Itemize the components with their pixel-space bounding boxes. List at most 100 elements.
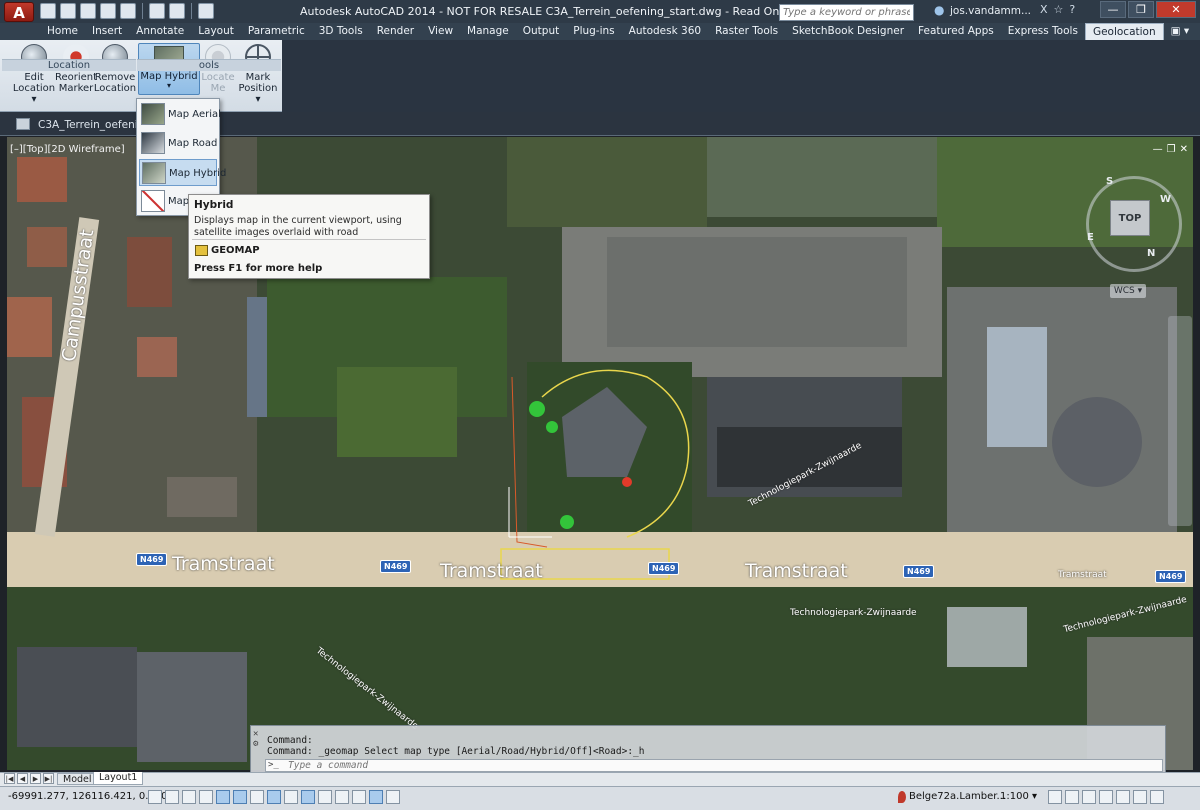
undo-icon[interactable] <box>149 3 165 19</box>
redo-icon[interactable] <box>169 3 185 19</box>
tab-options-menu[interactable]: ▣ ▾ <box>1164 23 1197 40</box>
map-hybrid-item[interactable]: Map Hybrid <box>139 159 226 186</box>
prev-layout-arrow-icon[interactable]: ◀ <box>17 773 28 784</box>
user-icon[interactable]: ● <box>934 3 948 19</box>
compass-east[interactable]: E <box>1087 232 1094 243</box>
tab-autodesk-360[interactable]: Autodesk 360 <box>622 23 708 40</box>
coordinate-system[interactable]: Belge72a.Lamber... <box>909 791 1006 802</box>
tab-layout1[interactable]: Layout1 <box>93 772 144 785</box>
search-input[interactable] <box>779 4 914 21</box>
infer-constraints-icon[interactable] <box>148 790 162 804</box>
map-aerial-label: Map Aerial <box>168 109 221 120</box>
selection-cycling-icon[interactable] <box>369 790 383 804</box>
map-road-item[interactable]: Map Road <box>139 130 217 157</box>
map-road-label: Map Road <box>168 138 218 149</box>
command-icon <box>195 245 208 256</box>
object-snap-tracking-icon[interactable] <box>267 790 281 804</box>
map-off-icon <box>141 190 165 212</box>
open-file-icon[interactable] <box>60 3 76 19</box>
command-input-row: >_ <box>265 759 1163 772</box>
annotation-monitor-icon[interactable] <box>386 790 400 804</box>
tab-insert[interactable]: Insert <box>85 23 129 40</box>
hardware-acceleration-icon[interactable] <box>1116 790 1130 804</box>
print-icon[interactable] <box>120 3 136 19</box>
tab-sketchbook-designer[interactable]: SketchBook Designer <box>785 23 911 40</box>
tab-model[interactable]: Model <box>57 773 98 785</box>
exchange-icon[interactable]: X <box>1040 3 1048 16</box>
annotation-visibility-icon[interactable] <box>1048 790 1062 804</box>
next-layout-arrow-icon[interactable]: ▶ <box>30 773 41 784</box>
tools-group-label: ools <box>137 59 281 71</box>
quick-properties-icon[interactable] <box>352 790 366 804</box>
annotation-scale[interactable]: 1:100 ▾ <box>1000 791 1037 802</box>
lock-icon[interactable] <box>1099 790 1113 804</box>
3d-object-snap-icon[interactable] <box>250 790 264 804</box>
save-as-icon[interactable] <box>100 3 116 19</box>
cursor-coordinates[interactable]: -69991.277, 126116.421, 0.000 <box>8 791 167 802</box>
viewcube-top-face[interactable]: TOP <box>1110 200 1150 236</box>
tab-annotate[interactable]: Annotate <box>129 23 191 40</box>
help-icon[interactable]: ? <box>1069 3 1075 16</box>
object-snap-icon[interactable] <box>233 790 247 804</box>
tab-plug-ins[interactable]: Plug-ins <box>566 23 621 40</box>
tab-layout[interactable]: Layout <box>191 23 241 40</box>
lineweight-icon[interactable] <box>318 790 332 804</box>
drawing-viewport[interactable] <box>7 137 1193 770</box>
compass-north[interactable]: N <box>1147 248 1155 259</box>
workspace-icon[interactable] <box>1082 790 1096 804</box>
map-aerial-item[interactable]: Map Aerial <box>139 101 221 128</box>
first-layout-arrow-icon[interactable]: |◀ <box>4 773 15 784</box>
close-button[interactable]: ✕ <box>1156 1 1196 18</box>
wcs-menu[interactable]: WCS ▾ <box>1110 284 1146 298</box>
polar-tracking-icon[interactable] <box>216 790 230 804</box>
tooltip-title: Hybrid <box>194 199 234 211</box>
viewport-restore-button[interactable]: ❐ <box>1167 144 1176 155</box>
isolate-objects-icon[interactable] <box>1133 790 1147 804</box>
viewport-minimize-button[interactable]: — <box>1153 144 1163 155</box>
last-layout-arrow-icon[interactable]: ▶| <box>43 773 54 784</box>
tab-featured-apps[interactable]: Featured Apps <box>911 23 1001 40</box>
viewport-close-button[interactable]: ✕ <box>1180 144 1188 155</box>
drawing-file-icon <box>16 118 30 130</box>
transparency-icon[interactable] <box>335 790 349 804</box>
tab-home[interactable]: Home <box>40 23 85 40</box>
tab-output[interactable]: Output <box>516 23 566 40</box>
tab-manage[interactable]: Manage <box>460 23 516 40</box>
navigation-bar[interactable] <box>1168 316 1192 526</box>
ortho-icon[interactable] <box>199 790 213 804</box>
clean-screen-icon[interactable] <box>1150 790 1164 804</box>
route-badge: N469 <box>1155 570 1187 583</box>
tab-geolocation[interactable]: Geolocation <box>1084 23 1164 40</box>
tab-view[interactable]: View <box>421 23 460 40</box>
tab-render[interactable]: Render <box>370 23 421 40</box>
tooltip-command: GEOMAP <box>211 245 260 256</box>
viewport-controls-label[interactable]: [–][Top][2D Wireframe] <box>10 144 125 155</box>
chevron-down-icon: ▾ <box>166 81 171 90</box>
compass-south[interactable]: S <box>1106 176 1113 187</box>
tooltip-description: Displays map in the current viewport, us… <box>194 215 402 238</box>
snap-icon[interactable] <box>165 790 179 804</box>
window-controls: — ❐ ✕ <box>1100 1 1196 18</box>
command-prompt-icon[interactable]: >_ <box>268 760 279 770</box>
application-menu-button[interactable]: A <box>4 2 34 22</box>
tab-raster-tools[interactable]: Raster Tools <box>708 23 785 40</box>
command-input[interactable] <box>288 760 1148 771</box>
save-icon[interactable] <box>80 3 96 19</box>
layer-icon[interactable] <box>198 3 214 19</box>
minimize-button[interactable]: — <box>1100 1 1126 18</box>
dynamic-ucs-icon[interactable] <box>284 790 298 804</box>
tab-express-tools[interactable]: Express Tools <box>1001 23 1085 40</box>
command-history-line: Command: <box>267 735 313 746</box>
command-line-grip[interactable]: ✕ ⚙ <box>253 729 263 769</box>
compass-west[interactable]: W <box>1160 194 1171 205</box>
new-file-icon[interactable] <box>40 3 56 19</box>
tab-3d-tools[interactable]: 3D Tools <box>312 23 370 40</box>
maximize-button[interactable]: ❐ <box>1128 1 1154 18</box>
dynamic-input-icon[interactable] <box>301 790 315 804</box>
favorites-icon[interactable]: ☆ <box>1054 3 1064 16</box>
auto-scale-icon[interactable] <box>1065 790 1079 804</box>
grid-icon[interactable] <box>182 790 196 804</box>
quick-access-toolbar <box>40 3 214 20</box>
user-name[interactable]: jos.vandamm... <box>950 5 1031 17</box>
tab-parametric[interactable]: Parametric <box>241 23 312 40</box>
